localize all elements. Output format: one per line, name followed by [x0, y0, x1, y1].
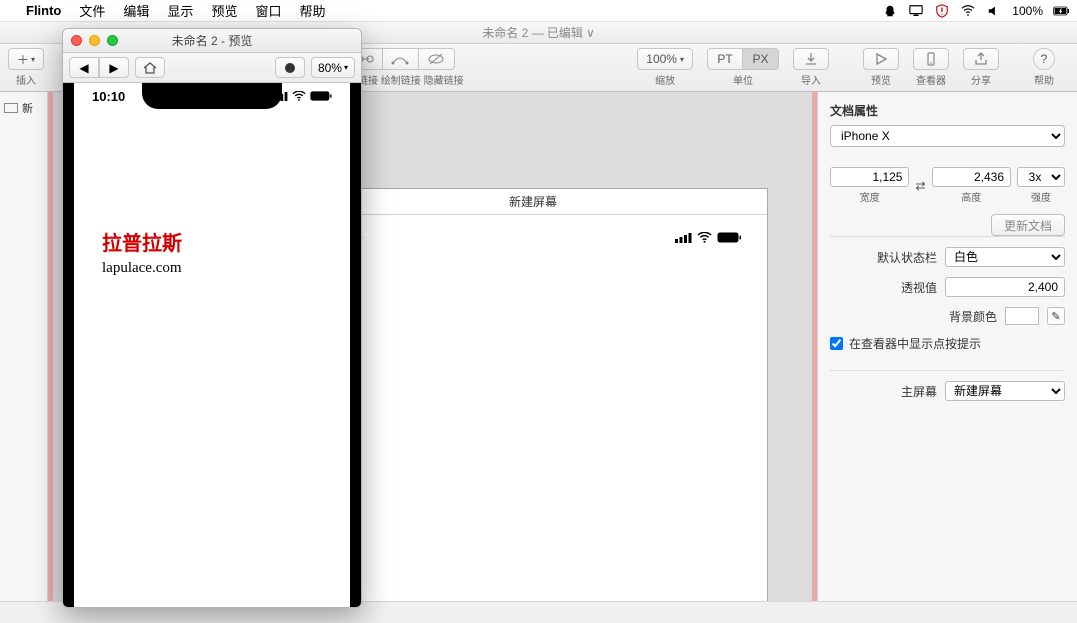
- menu-file[interactable]: 文件: [79, 1, 105, 20]
- preview-label: 预览: [871, 72, 891, 87]
- menu-window[interactable]: 窗口: [255, 1, 281, 20]
- app-name[interactable]: Flinto: [26, 3, 61, 18]
- perspective-label: 透视值: [901, 279, 937, 296]
- screen-artboard[interactable]: 新建屏幕 10:10: [298, 188, 768, 623]
- zoom-select[interactable]: 100% ▾: [637, 48, 693, 70]
- perspective-input[interactable]: [945, 277, 1065, 297]
- wifi-icon: [697, 232, 712, 243]
- mac-menubar: Flinto 文件 编辑 显示 预览 窗口 帮助 100%: [0, 0, 1077, 22]
- width-label: 宽度: [860, 189, 880, 204]
- menu-edit[interactable]: 编辑: [123, 1, 149, 20]
- height-input[interactable]: [932, 167, 1011, 187]
- battery-icon: [717, 232, 741, 243]
- intensity-select[interactable]: 3x: [1017, 167, 1065, 187]
- share-label: 分享: [971, 72, 991, 87]
- home-button[interactable]: [135, 57, 165, 78]
- rail-item-new-screen[interactable]: 新: [4, 98, 43, 118]
- qq-icon[interactable]: [882, 4, 898, 18]
- record-button[interactable]: [275, 57, 305, 78]
- insert-button[interactable]: ＋ ▾: [8, 48, 44, 70]
- statusbar-label: 默认状态栏: [877, 249, 937, 266]
- back-button[interactable]: ◀: [69, 57, 99, 78]
- device-select[interactable]: iPhone X: [830, 125, 1065, 147]
- preview-status-time: 10:10: [92, 89, 125, 104]
- bgcolor-swatch[interactable]: [1005, 307, 1039, 325]
- left-rail: 新: [0, 92, 48, 623]
- forward-button[interactable]: ▶: [99, 57, 129, 78]
- share-button[interactable]: [963, 48, 999, 70]
- viewer-label: 查看器: [916, 72, 946, 87]
- help-label: 帮助: [1034, 72, 1054, 87]
- statusbar-select[interactable]: 白色: [945, 247, 1065, 267]
- wifi-icon[interactable]: [960, 4, 976, 18]
- import-button[interactable]: [793, 48, 829, 70]
- unit-pt-button[interactable]: PT: [707, 48, 743, 70]
- wifi-icon: [292, 89, 306, 104]
- import-label: 导入: [801, 72, 821, 87]
- watermark-en: lapulace.com: [102, 260, 350, 277]
- canvas-guide-left: [48, 92, 53, 623]
- display-icon[interactable]: [908, 4, 924, 18]
- menu-preview[interactable]: 预览: [211, 1, 237, 20]
- zoom-label: 缩放: [655, 72, 675, 87]
- preview-body: 10:10 拉普拉斯 lapulace.com: [63, 83, 361, 607]
- volume-icon[interactable]: [986, 4, 1002, 18]
- intensity-label: 强度: [1031, 189, 1051, 204]
- minimize-icon[interactable]: [89, 35, 100, 46]
- preview-zoom-select[interactable]: 80% ▾: [311, 57, 355, 78]
- battery-icon[interactable]: [1053, 4, 1069, 18]
- menu-display[interactable]: 显示: [167, 1, 193, 20]
- inspector-title: 文档属性: [830, 102, 1065, 119]
- shield-icon[interactable]: [934, 4, 950, 18]
- preview-window: 未命名 2 - 预览 ◀ ▶ 80% ▾ 10:10 拉普拉斯 lapulace…: [62, 28, 362, 608]
- unit-label: 单位: [733, 72, 753, 87]
- inspector-panel: 文档属性 iPhone X 宽度 ⇄ 高度 3x 强度 更新文档: [817, 92, 1077, 623]
- zoom-icon[interactable]: [107, 35, 118, 46]
- preview-watermark: 拉普拉斯 lapulace.com: [74, 227, 350, 277]
- draw-link-button[interactable]: [383, 48, 419, 70]
- hide-link-button[interactable]: [419, 48, 455, 70]
- hint-checkbox[interactable]: [830, 337, 843, 350]
- preview-phone[interactable]: 10:10 拉普拉斯 lapulace.com: [74, 83, 350, 607]
- mainscreen-label: 主屏幕: [901, 383, 937, 400]
- battery-percentage: 100%: [1012, 4, 1043, 18]
- insert-label: 插入: [16, 72, 36, 87]
- main-title: 未命名 2 — 已编辑: [482, 24, 583, 41]
- update-document-button[interactable]: 更新文档: [991, 214, 1065, 236]
- battery-icon: [310, 89, 332, 104]
- preview-titlebar[interactable]: 未命名 2 - 预览: [63, 29, 361, 53]
- signal-icon: [675, 232, 692, 243]
- width-input[interactable]: [830, 167, 909, 187]
- viewer-button[interactable]: [913, 48, 949, 70]
- menu-help[interactable]: 帮助: [299, 1, 325, 20]
- preview-title: 未命名 2 - 预览: [172, 32, 253, 49]
- canvas-guide-right: [812, 92, 817, 623]
- help-button[interactable]: ?: [1033, 48, 1055, 70]
- bgcolor-picker-button[interactable]: ✎: [1047, 307, 1065, 325]
- screen-title[interactable]: 新建屏幕: [299, 193, 767, 210]
- height-label: 高度: [961, 189, 981, 204]
- swap-icon[interactable]: ⇄: [915, 179, 925, 193]
- close-icon[interactable]: [71, 35, 82, 46]
- preview-button[interactable]: [863, 48, 899, 70]
- unit-px-button[interactable]: PX: [743, 48, 779, 70]
- mainscreen-select[interactable]: 新建屏幕: [945, 381, 1065, 401]
- signal-icon: [272, 89, 288, 104]
- hint-label: 在查看器中显示点按提示: [849, 335, 981, 352]
- watermark-cn: 拉普拉斯: [102, 227, 350, 256]
- iphone-notch: [142, 83, 282, 109]
- bgcolor-label: 背景颜色: [949, 308, 997, 325]
